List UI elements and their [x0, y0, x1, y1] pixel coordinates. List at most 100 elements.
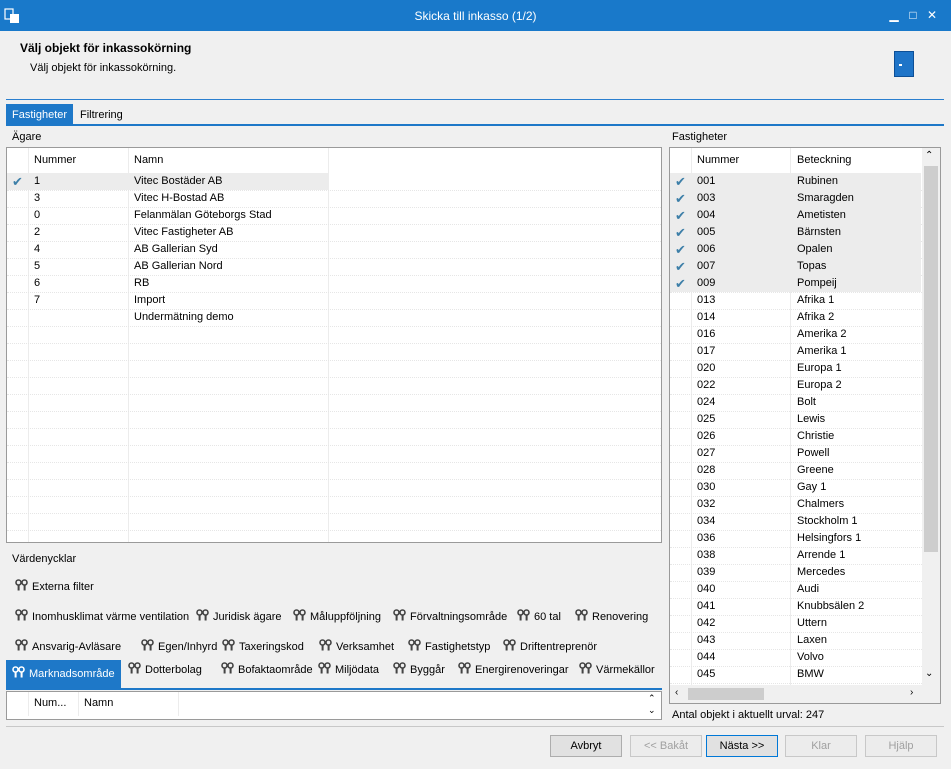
table-row[interactable]: 026 Christie	[670, 428, 921, 445]
column-header-beteckning[interactable]: Beteckning	[797, 148, 851, 172]
table-row[interactable]: 3 Vitec H-Bostad AB	[7, 190, 328, 207]
table-row[interactable]: 041 Knubbsälen 2	[670, 598, 921, 615]
table-row[interactable]: 024 Bolt	[670, 394, 921, 411]
value-key-button[interactable]: Dotterbolag	[128, 660, 202, 680]
table-row[interactable]: 039 Mercedes	[670, 564, 921, 581]
table-row[interactable]: 025 Lewis	[670, 411, 921, 428]
table-row[interactable]: 2 Vitec Fastigheter AB	[7, 224, 328, 241]
checkmark-icon[interactable]: ✔	[675, 275, 686, 292]
value-key-button[interactable]: Förvaltningsområde	[393, 607, 507, 627]
value-key-button[interactable]: Värmekällor	[579, 660, 655, 680]
table-row[interactable]: 5 AB Gallerian Nord	[7, 258, 328, 275]
value-key-button[interactable]: 60 tal	[517, 607, 561, 627]
table-row[interactable]: ✔ 003 Smaragden	[670, 190, 921, 207]
table-row[interactable]: 020 Europa 1	[670, 360, 921, 377]
table-row[interactable]: Undermätning demo	[7, 309, 328, 326]
properties-grid[interactable]: Nummer Beteckning ✔ 001 Rubinen ✔ 003 Smaragd…	[669, 147, 941, 704]
value-key-button[interactable]: Måluppföljning	[293, 607, 381, 627]
table-row[interactable]: 013 Afrika 1	[670, 292, 921, 309]
scroll-up-icon[interactable]: ⌃	[925, 150, 933, 161]
value-key-button[interactable]: Energirenoveringar	[458, 660, 569, 680]
table-row[interactable]: ✔ 007 Topas	[670, 258, 921, 275]
table-row[interactable]: 028 Greene	[670, 462, 921, 479]
table-row[interactable]: 045 BMW	[670, 666, 921, 683]
table-row[interactable]: 017 Amerika 1	[670, 343, 921, 360]
h-scrollbar-thumb[interactable]	[688, 688, 764, 700]
scroll-up-icon[interactable]: ⌃	[648, 693, 656, 704]
table-row[interactable]: 042 Uttern	[670, 615, 921, 632]
scroll-right-icon[interactable]: ›	[910, 687, 913, 698]
table-row[interactable]: 034 Stockholm 1	[670, 513, 921, 530]
scroll-down-icon[interactable]: ⌄	[648, 705, 656, 716]
checkmark-icon[interactable]: ✔	[675, 258, 686, 275]
column-header-namn[interactable]: Namn	[134, 148, 163, 172]
value-key-button[interactable]: Fastighetstyp	[408, 637, 490, 657]
row-name: Uttern	[797, 617, 827, 629]
value-key-button[interactable]: Juridisk ägare	[196, 607, 281, 627]
scroll-left-icon[interactable]: ‹	[675, 687, 678, 698]
vertical-scrollbar[interactable]: ⌃ ⌄	[922, 148, 940, 685]
table-row[interactable]: 038 Arrende 1	[670, 547, 921, 564]
tab-filtrering[interactable]: Filtrering	[74, 104, 129, 126]
minimize-icon[interactable]: ▁	[886, 7, 902, 23]
owners-grid[interactable]: Nummer Namn ✔ 1 Vitec Bostäder AB 3 Vitec H-…	[6, 147, 662, 543]
value-key-button[interactable]: Inomhusklimat värme ventilation	[15, 607, 189, 627]
value-key-button[interactable]: Byggår	[393, 660, 445, 680]
scroll-down-icon[interactable]: ⌄	[925, 668, 933, 679]
value-key-button[interactable]: Taxeringskod	[222, 637, 304, 657]
table-row[interactable]: 0 Felanmälan Göteborgs Stad	[7, 207, 328, 224]
checkmark-icon[interactable]: ✔	[675, 241, 686, 258]
table-row[interactable]: 040 Audi	[670, 581, 921, 598]
table-row[interactable]: 043 Laxen	[670, 632, 921, 649]
table-row[interactable]: ✔ 006 Opalen	[670, 241, 921, 258]
table-row[interactable]: 036 Helsingfors 1	[670, 530, 921, 547]
table-row[interactable]: 6 RB	[7, 275, 328, 292]
value-key-button[interactable]: Bofaktaområde	[221, 660, 313, 680]
value-key-button[interactable]: Externa filter	[15, 577, 94, 597]
checkmark-icon[interactable]: ✔	[12, 173, 23, 190]
value-key-button[interactable]: Verksamhet	[319, 637, 394, 657]
table-row[interactable]: 022 Europa 2	[670, 377, 921, 394]
table-row[interactable]: ✔ 001 Rubinen	[670, 173, 921, 190]
close-icon[interactable]: ✕	[924, 7, 940, 23]
value-key-button[interactable]: Ansvarig-Avläsare	[15, 637, 121, 657]
table-row[interactable]: ✔ 009 Pompeij	[670, 275, 921, 292]
help-button[interactable]: Hjälp	[865, 735, 937, 757]
value-key-button[interactable]: Marknadsområde	[6, 660, 121, 688]
back-button[interactable]: << Bakåt	[630, 735, 702, 757]
table-row[interactable]: 027 Powell	[670, 445, 921, 462]
table-row[interactable]: 4 AB Gallerian Syd	[7, 241, 328, 258]
value-key-button[interactable]: Miljödata	[318, 660, 379, 680]
column-header-nummer[interactable]: Nummer	[697, 148, 739, 172]
finish-button[interactable]: Klar	[785, 735, 857, 757]
checkmark-icon[interactable]: ✔	[675, 224, 686, 241]
value-key-button[interactable]: Driftentreprenör	[503, 637, 597, 657]
table-row[interactable]: 032 Chalmers	[670, 496, 921, 513]
column-header-num[interactable]: Num...	[34, 697, 66, 714]
value-key-button[interactable]: Egen/Inhyrd	[141, 637, 217, 657]
cancel-button[interactable]: Avbryt	[550, 735, 622, 757]
horizontal-scrollbar[interactable]: ‹ ›	[670, 685, 940, 703]
column-header-namn[interactable]: Namn	[84, 697, 113, 714]
tab-fastigheter[interactable]: Fastigheter	[6, 104, 74, 126]
row-number: 040	[697, 583, 716, 595]
table-row[interactable]: 016 Amerika 2	[670, 326, 921, 343]
table-row[interactable]: 014 Afrika 2	[670, 309, 921, 326]
value-key-grid[interactable]: Num... Namn ⌃ ⌄	[6, 691, 662, 720]
checkmark-icon[interactable]: ✔	[675, 173, 686, 190]
table-row[interactable]: ✔ 005 Bärnsten	[670, 224, 921, 241]
table-row[interactable]: 7 Import	[7, 292, 328, 309]
table-row[interactable]: 044 Volvo	[670, 649, 921, 666]
row-number: 5	[34, 260, 41, 272]
next-button[interactable]: Nästa >>	[706, 735, 778, 757]
row-number: 043	[697, 634, 716, 646]
maximize-icon[interactable]: □	[905, 7, 921, 23]
table-row[interactable]: ✔ 1 Vitec Bostäder AB	[7, 173, 328, 190]
table-row[interactable]: 030 Gay 1	[670, 479, 921, 496]
column-header-nummer[interactable]: Nummer	[34, 148, 76, 172]
scrollbar-thumb[interactable]	[924, 166, 938, 552]
value-key-button[interactable]: Renovering	[575, 607, 648, 627]
checkmark-icon[interactable]: ✔	[675, 207, 686, 224]
checkmark-icon[interactable]: ✔	[675, 190, 686, 207]
table-row[interactable]: ✔ 004 Ametisten	[670, 207, 921, 224]
